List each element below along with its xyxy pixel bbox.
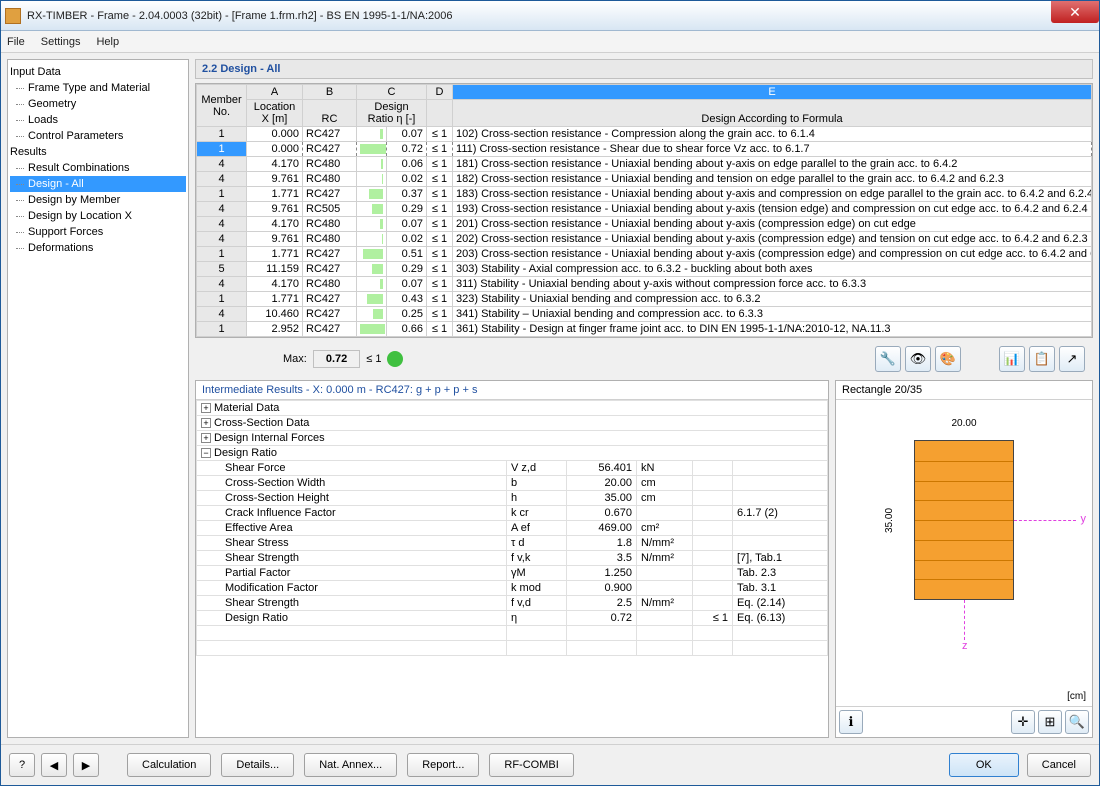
ok-icon (387, 351, 403, 367)
table-row[interactable]: 49.761RC4800.02≤ 1202) Cross-section res… (197, 232, 1092, 247)
dimension-icon[interactable]: ⊞ (1038, 710, 1062, 734)
rf-combi-button[interactable]: RF-COMBI (489, 753, 573, 777)
table-row[interactable]: 11.771RC4270.43≤ 1323) Stability - Uniax… (197, 292, 1092, 307)
table-row[interactable]: 49.761RC4800.02≤ 1182) Cross-section res… (197, 172, 1092, 187)
dim-height: 35.00 (884, 440, 895, 600)
chart-icon[interactable]: 📊 (999, 346, 1025, 372)
dim-width: 20.00 (914, 418, 1014, 429)
tree-frame-type[interactable]: Frame Type and Material (10, 80, 186, 96)
hdr-formula: Design According to Formula (453, 100, 1092, 127)
detail-row[interactable]: Shear ForceV z,d56.401kN (197, 461, 828, 476)
filter-icon[interactable]: 🔧 (875, 346, 901, 372)
col-e: E (453, 85, 1092, 100)
app-icon (5, 8, 21, 24)
axis-z (964, 600, 965, 640)
nav-tree: Input Data Frame Type and Material Geome… (7, 59, 189, 738)
hdr-design: DesignRatio η [-] (357, 100, 427, 127)
hdr-location: LocationX [m] (247, 100, 303, 127)
detail-row[interactable]: Cross-Section Widthb20.00cm (197, 476, 828, 491)
detail-row[interactable]: Cross-Section Heighth35.00cm (197, 491, 828, 506)
tree-input-data[interactable]: Input Data (10, 64, 186, 80)
max-label: Max: (283, 353, 307, 365)
col-c: C (357, 85, 427, 100)
table-row[interactable]: 44.170RC4800.07≤ 1201) Cross-section res… (197, 217, 1092, 232)
report-button[interactable]: Report... (407, 753, 479, 777)
detail-row[interactable]: Modification Factork mod0.900Tab. 3.1 (197, 581, 828, 596)
prev-button[interactable]: ◀ (41, 753, 67, 777)
tree-control-params[interactable]: Control Parameters (10, 128, 186, 144)
hdr-blank (427, 100, 453, 127)
table-row[interactable]: 10.000RC4270.07≤ 1102) Cross-section res… (197, 127, 1092, 142)
max-value: 0.72 (313, 350, 360, 368)
next-button[interactable]: ▶ (73, 753, 99, 777)
view-icon[interactable]: 👁 (905, 346, 931, 372)
col-member: MemberNo. (197, 85, 247, 127)
help-button[interactable]: ? (9, 753, 35, 777)
tree-design-by-location[interactable]: Design by Location X (10, 208, 186, 224)
detail-row[interactable]: Partial FactorγM1.250Tab. 2.3 (197, 566, 828, 581)
tree-support-forces[interactable]: Support Forces (10, 224, 186, 240)
table-row[interactable]: 44.170RC4800.07≤ 1311) Stability - Uniax… (197, 277, 1092, 292)
table-row[interactable]: 11.771RC4270.51≤ 1203) Cross-section res… (197, 247, 1092, 262)
tree-results[interactable]: Results (10, 144, 186, 160)
detail-row[interactable]: Effective AreaA ef469.00cm² (197, 521, 828, 536)
detail-row[interactable]: Design Ratioη0.72≤ 1Eq. (6.13) (197, 611, 828, 626)
list-icon[interactable]: 📋 (1029, 346, 1055, 372)
section-rectangle (914, 440, 1014, 600)
tree-deformations[interactable]: Deformations (10, 240, 186, 256)
detail-title: Intermediate Results - X: 0.000 m - RC42… (196, 381, 828, 400)
menubar: File Settings Help (1, 31, 1099, 53)
section-title: 2.2 Design - All (195, 59, 1093, 79)
menu-help[interactable]: Help (96, 36, 119, 48)
col-b: B (303, 85, 357, 100)
col-d: D (427, 85, 453, 100)
color-icon[interactable]: 🎨 (935, 346, 961, 372)
zoom-icon[interactable]: 🔍 (1065, 710, 1089, 734)
tree-result-combinations[interactable]: Result Combinations (10, 160, 186, 176)
export-icon[interactable]: ↗ (1059, 346, 1085, 372)
cs-title: Rectangle 20/35 (836, 381, 1092, 400)
results-table[interactable]: MemberNo. A B C D E LocationX [m] RC Des… (196, 84, 1092, 337)
nat-annex-button[interactable]: Nat. Annex... (304, 753, 397, 777)
table-row[interactable]: 410.460RC4270.25≤ 1341) Stability – Unia… (197, 307, 1092, 322)
cancel-button[interactable]: Cancel (1027, 753, 1091, 777)
max-condition: ≤ 1 (366, 353, 381, 365)
tree-loads[interactable]: Loads (10, 112, 186, 128)
axis-icon[interactable]: ✛ (1011, 710, 1035, 734)
menu-file[interactable]: File (7, 36, 25, 48)
detail-row[interactable]: Shear Strengthf v,k3.5N/mm²[7], Tab.1 (197, 551, 828, 566)
col-a: A (247, 85, 303, 100)
axis-y (1014, 520, 1076, 521)
calculation-button[interactable]: Calculation (127, 753, 211, 777)
detail-table[interactable]: +Material Data+Cross-Section Data+Design… (196, 400, 828, 656)
table-row[interactable]: 11.771RC4270.37≤ 1183) Cross-section res… (197, 187, 1092, 202)
ok-button[interactable]: OK (949, 753, 1019, 777)
titlebar: RX-TIMBER - Frame - 2.04.0003 (32bit) - … (1, 1, 1099, 31)
table-row[interactable]: 49.761RC5050.29≤ 1193) Cross-section res… (197, 202, 1092, 217)
detail-row[interactable]: Shear Strengthf v,d2.5N/mm²Eq. (2.14) (197, 596, 828, 611)
details-button[interactable]: Details... (221, 753, 294, 777)
window-title: RX-TIMBER - Frame - 2.04.0003 (32bit) - … (27, 10, 452, 22)
table-row[interactable]: 511.159RC4270.29≤ 1303) Stability - Axia… (197, 262, 1092, 277)
table-row[interactable]: 44.170RC4800.06≤ 1181) Cross-section res… (197, 157, 1092, 172)
hdr-rc: RC (303, 100, 357, 127)
detail-row[interactable]: Shear Stressτ d1.8N/mm² (197, 536, 828, 551)
tree-design-all[interactable]: Design - All (10, 176, 186, 192)
unit-label: [cm] (1067, 691, 1086, 702)
menu-settings[interactable]: Settings (41, 36, 81, 48)
tree-design-by-member[interactable]: Design by Member (10, 192, 186, 208)
info-icon[interactable]: ℹ (839, 710, 863, 734)
tree-geometry[interactable]: Geometry (10, 96, 186, 112)
cross-section-view: 20.00 35.00 [cm] (836, 400, 1092, 706)
close-button[interactable]: ✕ (1051, 1, 1099, 23)
table-row[interactable]: 10.000RC4270.72≤ 1111) Cross-section res… (197, 142, 1092, 157)
table-row[interactable]: 12.952RC4270.66≤ 1361) Stability - Desig… (197, 322, 1092, 337)
detail-row[interactable]: Crack Influence Factork cr0.6706.1.7 (2) (197, 506, 828, 521)
